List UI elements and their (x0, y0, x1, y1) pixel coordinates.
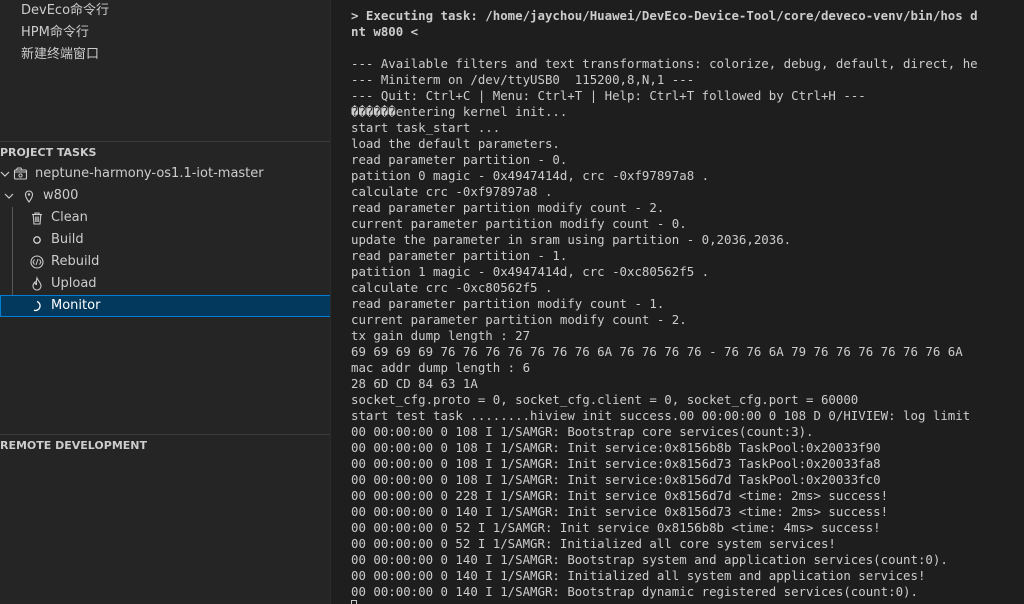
terminal-line: start test task ........hiview init succ… (351, 408, 971, 423)
terminal-line: current parameter partition modify count… (351, 312, 687, 327)
terminal-line: calculate crc -0xf97897a8 . (351, 184, 553, 199)
section-divider (0, 141, 330, 142)
chevron-down-icon[interactable] (4, 188, 14, 209)
terminal-line: 00 00:00:00 0 140 I 1/SAMGR: Bootstrap d… (351, 584, 918, 599)
task-rebuild[interactable]: Rebuild (0, 251, 330, 273)
loading-spinner-icon (29, 298, 45, 314)
task-build-label: Build (51, 232, 84, 247)
terminal-line: read parameter partition modify count - … (351, 296, 665, 311)
terminal-line: 00 00:00:00 0 140 I 1/SAMGR: Init servic… (351, 504, 889, 519)
section-divider (0, 434, 330, 435)
terminal-line: tx gain dump length : 27 (351, 328, 531, 343)
task-monitor-label: Monitor (51, 298, 101, 313)
tree-item-device[interactable]: w800 (0, 185, 330, 209)
terminal-output: > Executing task: /home/jaychou/Huawei/D… (351, 8, 978, 600)
task-clean-label: Clean (51, 210, 88, 225)
terminal-line: socket_cfg.proto = 0, socket_cfg.client … (351, 392, 859, 407)
terminal-line: 00 00:00:00 0 228 I 1/SAMGR: Init servic… (351, 488, 889, 503)
project-folder-icon (13, 166, 29, 182)
terminal-line: read parameter partition modify count - … (351, 200, 665, 215)
terminal-line: update the parameter in sram using parti… (351, 232, 792, 247)
terminal-line: --- Available filters and text transform… (351, 56, 978, 71)
terminal-cursor (351, 600, 357, 604)
project-label: neptune-harmony-os1.1-iot-master (35, 166, 264, 181)
terminal-line: start task_start ... (351, 120, 501, 135)
project-tasks-header[interactable]: PROJECT TASKS (0, 146, 330, 160)
circle-icon (29, 232, 45, 248)
terminal-line: nt w800 < (351, 24, 419, 39)
flame-icon (29, 276, 45, 292)
terminal-line: 00 00:00:00 0 108 I 1/SAMGR: Init servic… (351, 440, 881, 455)
terminal-line: patition 0 magic - 0x4947414d, crc -0xf9… (351, 168, 710, 183)
terminal-line: 00 00:00:00 0 52 I 1/SAMGR: Initialized … (351, 536, 836, 551)
deveco-cli-command[interactable]: DevEco命令行 (21, 3, 109, 19)
terminal-line: read parameter partition - 0. (351, 152, 568, 167)
terminal-line: 00 00:00:00 0 140 I 1/SAMGR: Bootstrap s… (351, 552, 948, 567)
sidebar: DevEco命令行 HPM命令行 新建终端窗口 PROJECT TASKS ne… (0, 0, 331, 604)
terminal-line: current parameter partition modify count… (351, 216, 687, 231)
task-upload[interactable]: Upload (0, 273, 330, 295)
task-upload-label: Upload (51, 276, 97, 291)
terminal-line: 28 6D CD 84 63 1A (351, 376, 478, 391)
terminal-panel[interactable]: > Executing task: /home/jaychou/Huawei/D… (331, 0, 1024, 604)
task-rebuild-label: Rebuild (51, 254, 100, 269)
task-monitor[interactable]: Monitor (0, 295, 330, 317)
terminal-line: calculate crc -0xc80562f5 . (351, 280, 553, 295)
hpm-cli-command[interactable]: HPM命令行 (21, 25, 89, 41)
terminal-line: 00 00:00:00 0 52 I 1/SAMGR: Init service… (351, 520, 881, 535)
location-pin-icon (21, 188, 37, 204)
task-build[interactable]: Build (0, 229, 330, 251)
terminal-line: --- Miniterm on /dev/ttyUSB0 115200,8,N,… (351, 72, 695, 87)
terminal-line: read parameter partition - 1. (351, 248, 568, 263)
terminal-line: load the default parameters. (351, 136, 560, 151)
chevron-down-icon[interactable] (0, 166, 10, 187)
terminal-line: ������entering kernel init... (351, 104, 568, 119)
terminal-line: > Executing task: /home/jaychou/Huawei/D… (351, 8, 978, 23)
task-clean[interactable]: Clean (0, 207, 330, 229)
terminal-line: mac addr dump length : 6 (351, 360, 531, 375)
terminal-line: 00 00:00:00 0 108 I 1/SAMGR: Init servic… (351, 456, 881, 471)
terminal-line: 00 00:00:00 0 140 I 1/SAMGR: Initialized… (351, 568, 926, 583)
trash-icon (29, 210, 45, 226)
tree-item-project[interactable]: neptune-harmony-os1.1-iot-master (0, 163, 330, 187)
terminal-line: patition 1 magic - 0x4947414d, crc -0xc8… (351, 264, 710, 279)
new-terminal-window-command[interactable]: 新建终端窗口 (21, 47, 99, 63)
rebuild-icon (29, 254, 45, 270)
remote-development-header[interactable]: REMOTE DEVELOPMENT (0, 439, 330, 453)
terminal-line: 00 00:00:00 0 108 I 1/SAMGR: Bootstrap c… (351, 424, 814, 439)
terminal-line: 69 69 69 69 76 76 76 76 76 76 76 6A 76 7… (351, 344, 963, 359)
device-label: w800 (43, 188, 79, 203)
terminal-line: 00 00:00:00 0 108 I 1/SAMGR: Init servic… (351, 472, 881, 487)
terminal-line: --- Quit: Ctrl+C | Menu: Ctrl+T | Help: … (351, 88, 866, 103)
